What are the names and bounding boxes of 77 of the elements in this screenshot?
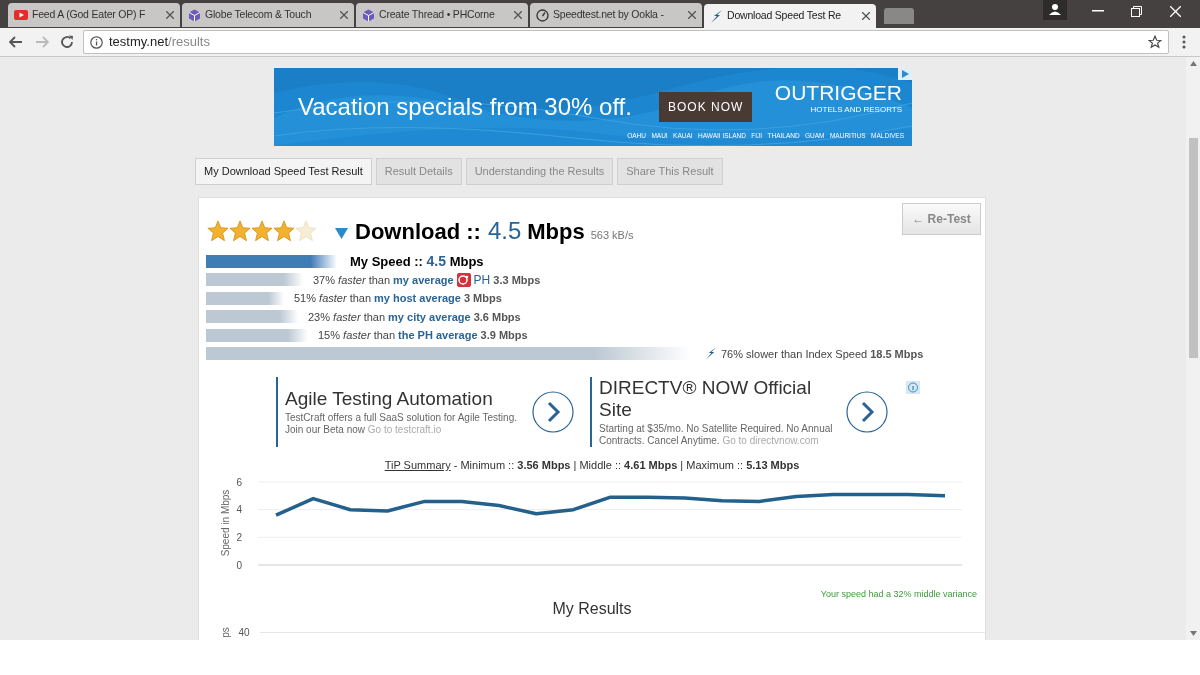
reload-icon[interactable]: [60, 35, 74, 49]
comparison-text: 15% faster than: [318, 328, 396, 343]
transfer-rate: 563 kB/s: [590, 227, 634, 243]
browser-tab[interactable]: Create Thread • PHCorne: [356, 3, 528, 27]
axis-tick-label: 4: [236, 503, 242, 515]
average-value: 3.9 Mbps: [480, 328, 528, 343]
cube-icon: [362, 8, 375, 22]
browser-tab[interactable]: Download Speed Test Re: [704, 4, 876, 28]
comparison-text: 51% faster than: [294, 291, 372, 306]
ad-choices-icon[interactable]: [898, 68, 912, 80]
star-icon: [273, 220, 295, 242]
chart-title: My Results: [551, 599, 633, 619]
star-icon: [251, 220, 273, 242]
restore-icon[interactable]: [1131, 6, 1142, 17]
close-icon[interactable]: [166, 11, 174, 19]
download-arrow-icon: [335, 226, 348, 240]
tip-summary-link[interactable]: TiP Summary: [384, 459, 451, 471]
download-speed: 4.5: [487, 216, 522, 246]
browser-tab[interactable]: Speedtest.net by Ookla -: [530, 3, 702, 27]
variance-note: Your speed had a 32% middle variance: [819, 587, 978, 601]
url-text: testmy.net/results: [109, 33, 210, 52]
comparison-link[interactable]: my host average: [374, 290, 461, 307]
ad-title[interactable]: DIRECTV® NOW Official Site: [599, 377, 838, 421]
average-value: 3 Mbps: [463, 291, 502, 306]
ad-description: Starting at $35/mo. No Satellite Required. No Annual Contracts. Cancel Anytime. Go to directvnow.com: [599, 423, 834, 447]
average-value: 3.3 Mbps: [493, 272, 541, 288]
star-icon: [207, 220, 229, 242]
browser-tab[interactable]: Feed A (God Eater OP) F: [8, 3, 180, 27]
comparison-text: 23% faster than: [308, 309, 386, 325]
close-icon[interactable]: [688, 11, 696, 19]
tip-summary-text: TiP Summary - Minimum :: 3.56 Mbps | Middle :: 4.61 Mbps | Maximum :: 5.13 Mbps: [383, 458, 801, 473]
chevron-button-icon[interactable]: [846, 391, 888, 433]
profile-icon[interactable]: [1043, 0, 1067, 20]
star-icon[interactable]: [1148, 35, 1162, 49]
axis-label: Speed in Mbps: [220, 489, 231, 556]
page-tab[interactable]: My Download Speed Test Result: [195, 158, 372, 185]
comparison-link[interactable]: my city average: [388, 308, 471, 325]
comparison-link[interactable]: my average: [393, 271, 454, 288]
menu-icon[interactable]: [1182, 35, 1186, 49]
star-icon: [229, 220, 251, 242]
axis-tick-label: 40: [238, 626, 250, 640]
ad-title[interactable]: Agile Testing Automation: [285, 388, 524, 410]
info-icon[interactable]: [90, 35, 103, 49]
average-value: 3.6 Mbps: [473, 309, 521, 325]
lightning-icon: [710, 9, 723, 23]
axis-tick-label: 6: [236, 476, 242, 487]
cube-icon: [188, 8, 201, 22]
my-speed-text: My Speed :: 4.5 Mbps: [350, 251, 484, 271]
scrollbar-thumb[interactable]: [1188, 138, 1198, 358]
comparison-link[interactable]: the PH average: [398, 327, 478, 344]
close-icon[interactable]: [514, 11, 522, 19]
scroll-up-icon[interactable]: [1189, 61, 1197, 66]
speed-unit: Mbps: [527, 217, 585, 246]
country-label: PH: [473, 271, 491, 289]
video-icon: [14, 10, 28, 20]
chevron-button-icon[interactable]: [532, 391, 574, 433]
address-bar[interactable]: testmy.net/results: [83, 30, 1169, 54]
close-icon[interactable]: [340, 11, 348, 19]
axis-tick-label: 0: [236, 559, 242, 570]
browser-tab[interactable]: Globe Telecom & Touch: [182, 3, 354, 27]
flag-icon: [456, 272, 471, 287]
minimize-icon[interactable]: [1092, 10, 1104, 12]
axis-tick-label: 2: [236, 531, 242, 543]
scroll-down-icon[interactable]: [1189, 631, 1197, 636]
comparison-text: 76% slower than Index Speed: [721, 346, 868, 362]
index-speed-value: 18.5 Mbps: [870, 346, 924, 362]
brand-name: OUTRIGGER: [774, 82, 902, 104]
ad-description: TestCraft offers a full SaaS solution for Agile Testing. Join our Beta now Go to testcraft.io: [285, 412, 518, 436]
close-icon[interactable]: [862, 12, 870, 20]
back-icon[interactable]: [9, 36, 23, 48]
book-now-button[interactable]: BOOK NOW: [658, 92, 753, 122]
ad-headline: Vacation specials from 30% off.: [298, 92, 632, 122]
download-heading: Download ::: [355, 217, 481, 246]
axis-label: ps: [218, 627, 232, 638]
comparison-text: 37% faster than: [313, 272, 391, 288]
gauge-icon: [536, 8, 549, 22]
brand-tagline: HOTELS AND RESORTS: [810, 104, 902, 116]
